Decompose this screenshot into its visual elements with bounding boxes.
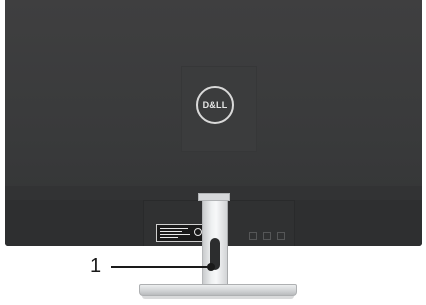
- callout-number: 1: [90, 255, 102, 277]
- callout-dot: [207, 263, 215, 271]
- monitor-rear-view-figure: D&LL 1: [0, 0, 426, 305]
- stand-bracket: [198, 193, 230, 201]
- regulatory-label-icon: [156, 224, 205, 242]
- label-text-line: [160, 237, 178, 238]
- label-text-line: [160, 234, 190, 235]
- certification-mark-icon: [194, 228, 202, 236]
- compliance-marks: [249, 232, 295, 242]
- label-text-line: [160, 231, 182, 232]
- compliance-mark-icon: [249, 232, 257, 240]
- stand-base: [139, 284, 297, 296]
- label-text-line: [160, 228, 188, 229]
- compliance-mark-icon: [263, 232, 271, 240]
- compliance-mark-icon: [277, 232, 285, 240]
- callout-leader-line: [111, 266, 211, 268]
- dell-logo-text: D&LL: [202, 100, 228, 110]
- stand-base-shadow: [142, 296, 294, 299]
- dell-logo-icon: D&LL: [196, 86, 234, 124]
